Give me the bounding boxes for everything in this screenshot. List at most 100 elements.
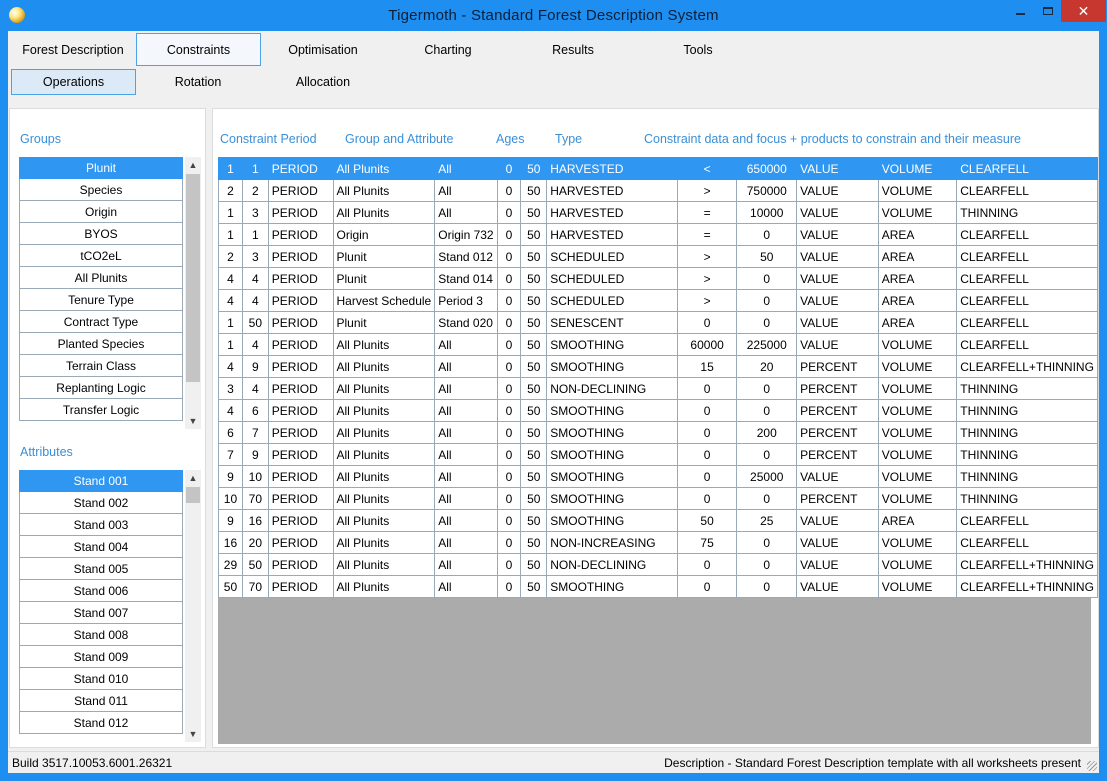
cell-measure[interactable]: PERCENT bbox=[796, 487, 879, 510]
cell-group[interactable]: Plunit bbox=[332, 267, 436, 290]
cell-attribute[interactable]: All bbox=[434, 355, 498, 378]
table-row[interactable]: 1 4 PERIOD All Plunits All 0 50 SMOOTHING 60000 2… bbox=[218, 333, 1098, 356]
cell-product[interactable]: AREA bbox=[877, 289, 958, 312]
cell-target-value[interactable]: 0 bbox=[736, 553, 798, 576]
cell-min-age[interactable]: 0 bbox=[496, 223, 522, 246]
table-row[interactable]: 4 4 PERIOD Plunit Stand 014 0 50 SCHEDULED >0 VAL… bbox=[218, 267, 1098, 290]
cell-measure[interactable]: VALUE bbox=[796, 245, 879, 268]
cell-operator-or-min[interactable]: 0 bbox=[676, 575, 738, 598]
cell-measure[interactable]: VALUE bbox=[796, 223, 879, 246]
cell-operator-or-min[interactable]: 0 bbox=[676, 465, 738, 488]
cell-to-period[interactable]: 2 bbox=[241, 179, 269, 202]
table-row[interactable]: 29 50 PERIOD All Plunits All 0 50 NON-DECLINING… bbox=[218, 553, 1098, 576]
cell-target-value[interactable]: 650000 bbox=[736, 157, 798, 180]
cell-group[interactable]: All Plunits bbox=[332, 377, 436, 400]
cell-attribute[interactable]: All bbox=[434, 179, 498, 202]
cell-attribute[interactable]: All bbox=[434, 421, 498, 444]
cell-to-period[interactable]: 50 bbox=[241, 553, 269, 576]
scroll-thumb[interactable] bbox=[186, 487, 200, 503]
cell-operator-or-min[interactable]: 60000 bbox=[676, 333, 738, 356]
cell-from-period[interactable]: 4 bbox=[218, 355, 243, 378]
cell-attribute[interactable]: All bbox=[434, 157, 498, 180]
cell-target-value[interactable]: 25000 bbox=[736, 465, 798, 488]
cell-max-age[interactable]: 50 bbox=[520, 575, 548, 598]
cell-product[interactable]: VOLUME bbox=[877, 575, 958, 598]
cell-target-value[interactable]: 200 bbox=[736, 421, 798, 444]
cell-from-period[interactable]: 4 bbox=[218, 267, 243, 290]
cell-attribute[interactable]: Stand 014 bbox=[434, 267, 498, 290]
cell-operator-or-min[interactable]: 0 bbox=[676, 311, 738, 334]
scroll-up-icon[interactable]: ▲ bbox=[185, 470, 201, 486]
cell-operator-or-min[interactable]: < bbox=[676, 157, 738, 180]
cell-attribute[interactable]: Period 3 bbox=[434, 289, 498, 312]
cell-group[interactable]: All Plunits bbox=[332, 333, 436, 356]
table-row[interactable]: 9 16 PERIOD All Plunits All 0 50 SMOOTHING 50 25 V… bbox=[218, 509, 1098, 532]
cell-max-age[interactable]: 50 bbox=[520, 509, 548, 532]
cell-attribute[interactable]: All bbox=[434, 333, 498, 356]
cell-operation[interactable]: THINNING bbox=[956, 421, 1098, 444]
table-row[interactable]: 2 2 PERIOD All Plunits All 0 50 HARVESTED >75000… bbox=[218, 179, 1098, 202]
cell-target-value[interactable]: 0 bbox=[736, 487, 798, 510]
cell-target-value[interactable]: 20 bbox=[736, 355, 798, 378]
cell-period-unit[interactable]: PERIOD bbox=[267, 487, 334, 510]
cell-product[interactable]: VOLUME bbox=[877, 157, 958, 180]
cell-from-period[interactable]: 29 bbox=[218, 553, 243, 576]
cell-max-age[interactable]: 50 bbox=[520, 179, 548, 202]
cell-measure[interactable]: PERCENT bbox=[796, 443, 879, 466]
cell-operator-or-min[interactable]: 0 bbox=[676, 487, 738, 510]
cell-period-unit[interactable]: PERIOD bbox=[267, 377, 334, 400]
cell-to-period[interactable]: 3 bbox=[241, 245, 269, 268]
cell-target-value[interactable]: 0 bbox=[736, 399, 798, 422]
cell-group[interactable]: All Plunits bbox=[332, 443, 436, 466]
cell-constraint-type[interactable]: NON-DECLINING bbox=[546, 553, 678, 576]
cell-from-period[interactable]: 10 bbox=[218, 487, 243, 510]
cell-target-value[interactable]: 0 bbox=[736, 267, 798, 290]
cell-group[interactable]: All Plunits bbox=[332, 465, 436, 488]
group-list-item[interactable]: BYOS bbox=[19, 223, 183, 245]
cell-product[interactable]: AREA bbox=[877, 267, 958, 290]
cell-constraint-type[interactable]: SENESCENT bbox=[546, 311, 678, 334]
cell-period-unit[interactable]: PERIOD bbox=[267, 311, 334, 334]
cell-to-period[interactable]: 7 bbox=[241, 421, 269, 444]
cell-attribute[interactable]: All bbox=[434, 465, 498, 488]
cell-period-unit[interactable]: PERIOD bbox=[267, 531, 334, 554]
cell-min-age[interactable]: 0 bbox=[496, 157, 522, 180]
cell-period-unit[interactable]: PERIOD bbox=[267, 421, 334, 444]
cell-measure[interactable]: PERCENT bbox=[796, 421, 879, 444]
group-list-item[interactable]: Transfer Logic bbox=[19, 399, 183, 421]
cell-operation[interactable]: CLEARFELL bbox=[956, 267, 1098, 290]
cell-min-age[interactable]: 0 bbox=[496, 179, 522, 202]
cell-group[interactable]: All Plunits bbox=[332, 575, 436, 598]
resize-grip-icon[interactable] bbox=[1087, 761, 1097, 771]
cell-operation[interactable]: CLEARFELL bbox=[956, 531, 1098, 554]
cell-max-age[interactable]: 50 bbox=[520, 245, 548, 268]
cell-constraint-type[interactable]: HARVESTED bbox=[546, 223, 678, 246]
group-list-item[interactable]: Plunit bbox=[19, 157, 183, 179]
cell-operator-or-min[interactable]: 0 bbox=[676, 421, 738, 444]
cell-from-period[interactable]: 9 bbox=[218, 465, 243, 488]
cell-min-age[interactable]: 0 bbox=[496, 245, 522, 268]
table-row[interactable]: 16 20 PERIOD All Plunits All 0 50 NON-INCREASIN… bbox=[218, 531, 1098, 554]
cell-attribute[interactable]: All bbox=[434, 399, 498, 422]
cell-min-age[interactable]: 0 bbox=[496, 575, 522, 598]
cell-period-unit[interactable]: PERIOD bbox=[267, 267, 334, 290]
cell-to-period[interactable]: 6 bbox=[241, 399, 269, 422]
table-row[interactable]: 6 7 PERIOD All Plunits All 0 50 SMOOTHING 0 200 PE… bbox=[218, 421, 1098, 444]
cell-product[interactable]: VOLUME bbox=[877, 531, 958, 554]
cell-from-period[interactable]: 1 bbox=[218, 201, 243, 224]
cell-constraint-type[interactable]: NON-DECLINING bbox=[546, 377, 678, 400]
cell-operation[interactable]: CLEARFELL bbox=[956, 289, 1098, 312]
cell-period-unit[interactable]: PERIOD bbox=[267, 553, 334, 576]
cell-max-age[interactable]: 50 bbox=[520, 333, 548, 356]
cell-attribute[interactable]: All bbox=[434, 377, 498, 400]
cell-attribute[interactable]: All bbox=[434, 531, 498, 554]
cell-operation[interactable]: CLEARFELL+THINNING bbox=[956, 575, 1098, 598]
cell-operator-or-min[interactable]: 0 bbox=[676, 443, 738, 466]
cell-operation[interactable]: CLEARFELL bbox=[956, 509, 1098, 532]
cell-group[interactable]: All Plunits bbox=[332, 157, 436, 180]
cell-max-age[interactable]: 50 bbox=[520, 465, 548, 488]
scroll-down-icon[interactable]: ▼ bbox=[185, 726, 201, 742]
cell-group[interactable]: All Plunits bbox=[332, 509, 436, 532]
cell-product[interactable]: VOLUME bbox=[877, 201, 958, 224]
table-row[interactable]: 50 70 PERIOD All Plunits All 0 50 SMOOTHING 0 0 VA… bbox=[218, 575, 1098, 598]
